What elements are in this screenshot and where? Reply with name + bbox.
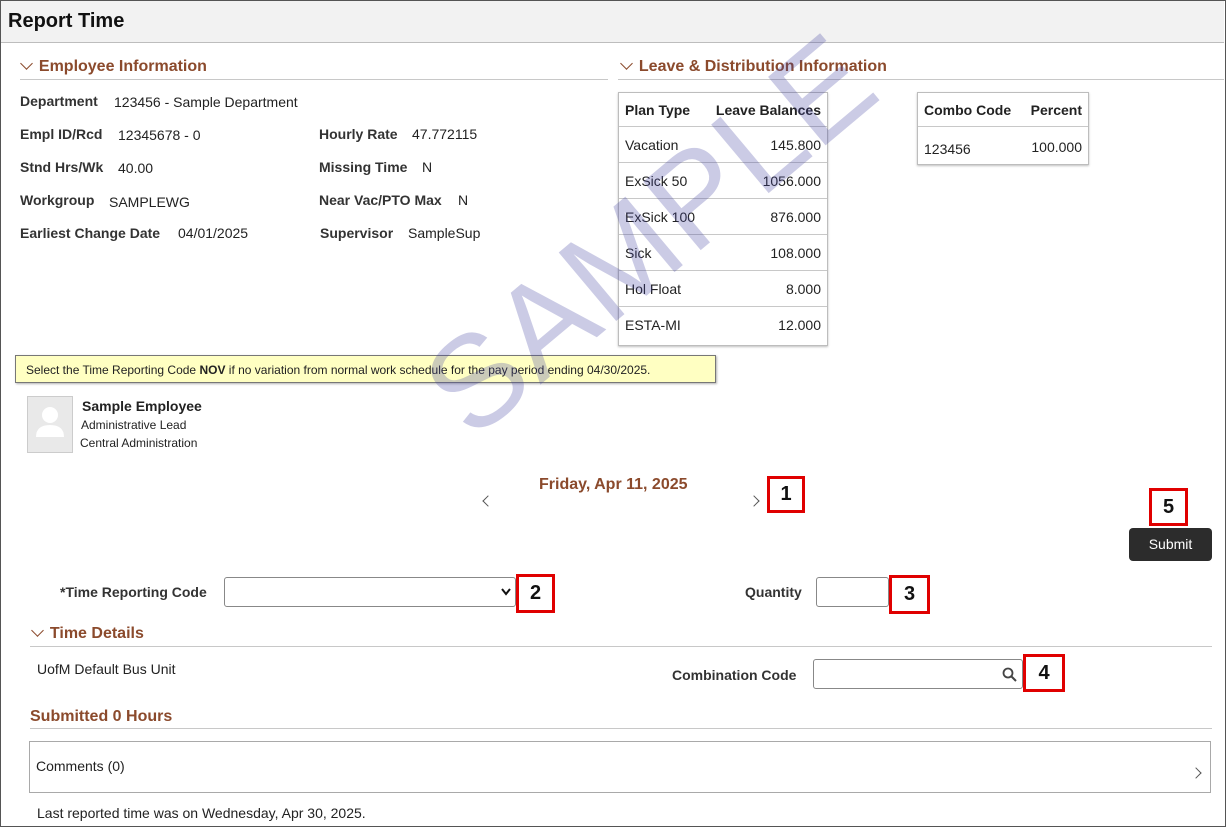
callout-3: 3 <box>889 575 930 614</box>
quantity-label: Quantity <box>745 584 802 600</box>
employee-title: Administrative Lead <box>81 418 187 432</box>
balance-cell: 8.000 <box>704 270 827 307</box>
bus-unit-text: UofM Default Bus Unit <box>37 661 176 677</box>
empl-id-label: Empl ID/Rcd <box>20 126 103 142</box>
leave-info-heading: Leave & Distribution Information <box>638 58 887 75</box>
balance-cell: 876.000 <box>704 198 827 235</box>
table-row: ExSick 50 1056.000 <box>619 162 827 199</box>
divider <box>20 79 608 80</box>
hourly-rate-value: 47.772115 <box>412 126 478 142</box>
chevron-down-icon <box>620 57 633 70</box>
plan-type-header: Plan Type <box>619 93 705 127</box>
notice-text: Select the Time Reporting Code <box>26 363 200 377</box>
time-details-heading: Time Details <box>49 625 144 642</box>
previous-day-button[interactable] <box>482 492 494 508</box>
person-icon <box>28 397 72 452</box>
plan-type-cell: Sick <box>619 234 705 271</box>
avatar <box>27 396 73 453</box>
notice-code: NOV <box>199 363 226 377</box>
table-row: Sick 108.000 <box>619 234 827 271</box>
callout-4: 4 <box>1023 654 1065 692</box>
employee-info-heading: Employee Information <box>38 58 207 75</box>
department-label: Department <box>20 93 98 109</box>
page-title: Report Time <box>8 10 125 32</box>
workgroup-value: SAMPLEWG <box>109 194 190 210</box>
comments-label: Comments (0) <box>36 758 125 774</box>
employee-name: Sample Employee <box>82 398 202 414</box>
combo-code-cell: 123456 <box>918 126 1022 166</box>
near-vac-label: Near Vac/PTO Max <box>319 192 442 208</box>
callout-2: 2 <box>516 574 555 613</box>
notice-text: if no variation from normal work schedul… <box>225 363 651 377</box>
balance-cell: 1056.000 <box>704 162 827 199</box>
table-row: Vacation 145.800 <box>619 126 827 163</box>
supervisor-label: Supervisor <box>320 225 394 241</box>
empl-id-value: 12345678 - 0 <box>118 127 201 143</box>
table-row: ExSick 100 876.000 <box>619 198 827 235</box>
table-row: Hol Float 8.000 <box>619 270 827 307</box>
plan-type-cell: ExSick 50 <box>619 162 705 199</box>
instruction-notice: Select the Time Reporting Code NOV if no… <box>15 355 716 383</box>
near-vac-value: N <box>458 192 469 208</box>
leave-balances-header: Leave Balances <box>704 93 827 127</box>
chevron-left-icon <box>482 495 494 507</box>
balance-cell: 108.000 <box>704 234 827 271</box>
comments-row[interactable]: Comments (0) <box>29 741 1211 793</box>
submitted-hours-heading: Submitted 0 Hours <box>30 708 173 725</box>
divider <box>618 79 1224 80</box>
submit-button[interactable]: Submit <box>1129 528 1212 561</box>
table-row: 123456 100.000 <box>918 126 1088 166</box>
next-day-button[interactable] <box>748 492 760 508</box>
title-bar: Report Time <box>1 1 1224 43</box>
stnd-hrs-value: 40.00 <box>118 160 154 176</box>
chevron-down-icon <box>501 588 511 596</box>
combo-code-header: Combo Code <box>918 93 1022 127</box>
last-reported-text: Last reported time was on Wednesday, Apr… <box>37 805 366 821</box>
search-icon[interactable] <box>1002 667 1017 682</box>
plan-type-cell: Vacation <box>619 126 705 163</box>
balance-cell: 145.800 <box>704 126 827 163</box>
earliest-change-label: Earliest Change Date <box>20 225 161 241</box>
leave-balances-grid: Plan Type Leave Balances Vacation 145.80… <box>618 92 828 346</box>
plan-type-cell: ExSick 100 <box>619 198 705 235</box>
quantity-input[interactable] <box>816 577 889 607</box>
percent-header: Percent <box>1021 93 1088 127</box>
leave-info-header[interactable]: Leave & Distribution Information <box>620 57 887 76</box>
distribution-grid: Combo Code Percent 123456 100.000 <box>917 92 1089 166</box>
combination-code-label: Combination Code <box>672 667 797 683</box>
employee-info-header[interactable]: Employee Information <box>20 57 207 76</box>
trc-select[interactable] <box>224 577 516 607</box>
missing-time-value: N <box>422 159 433 175</box>
trc-label: *Time Reporting Code <box>60 584 207 600</box>
workgroup-label: Workgroup <box>20 192 95 208</box>
chevron-right-icon <box>1190 764 1202 780</box>
chevron-down-icon <box>31 624 44 637</box>
employee-dept: Central Administration <box>80 436 198 450</box>
table-row: ESTA-MI 12.000 <box>619 306 827 342</box>
hourly-rate-label: Hourly Rate <box>319 126 398 142</box>
chevron-right-icon <box>748 495 760 507</box>
percent-cell: 100.000 <box>1021 126 1088 166</box>
earliest-change-value: 04/01/2025 <box>178 225 249 241</box>
department-value: 123456 - Sample Department <box>114 94 298 110</box>
supervisor-value: SampleSup <box>408 225 481 241</box>
chevron-down-icon <box>20 57 33 70</box>
callout-5: 5 <box>1149 488 1188 526</box>
stnd-hrs-label: Stnd Hrs/Wk <box>20 159 104 175</box>
callout-1: 1 <box>767 476 805 513</box>
missing-time-label: Missing Time <box>319 159 408 175</box>
plan-type-cell: Hol Float <box>619 270 705 307</box>
divider <box>30 646 1212 647</box>
time-details-header[interactable]: Time Details <box>31 624 144 643</box>
divider <box>30 728 1212 729</box>
balance-cell: 12.000 <box>704 306 827 342</box>
combination-code-input[interactable] <box>813 659 1023 689</box>
plan-type-cell: ESTA-MI <box>619 306 705 342</box>
current-date: Friday, Apr 11, 2025 <box>539 476 688 493</box>
